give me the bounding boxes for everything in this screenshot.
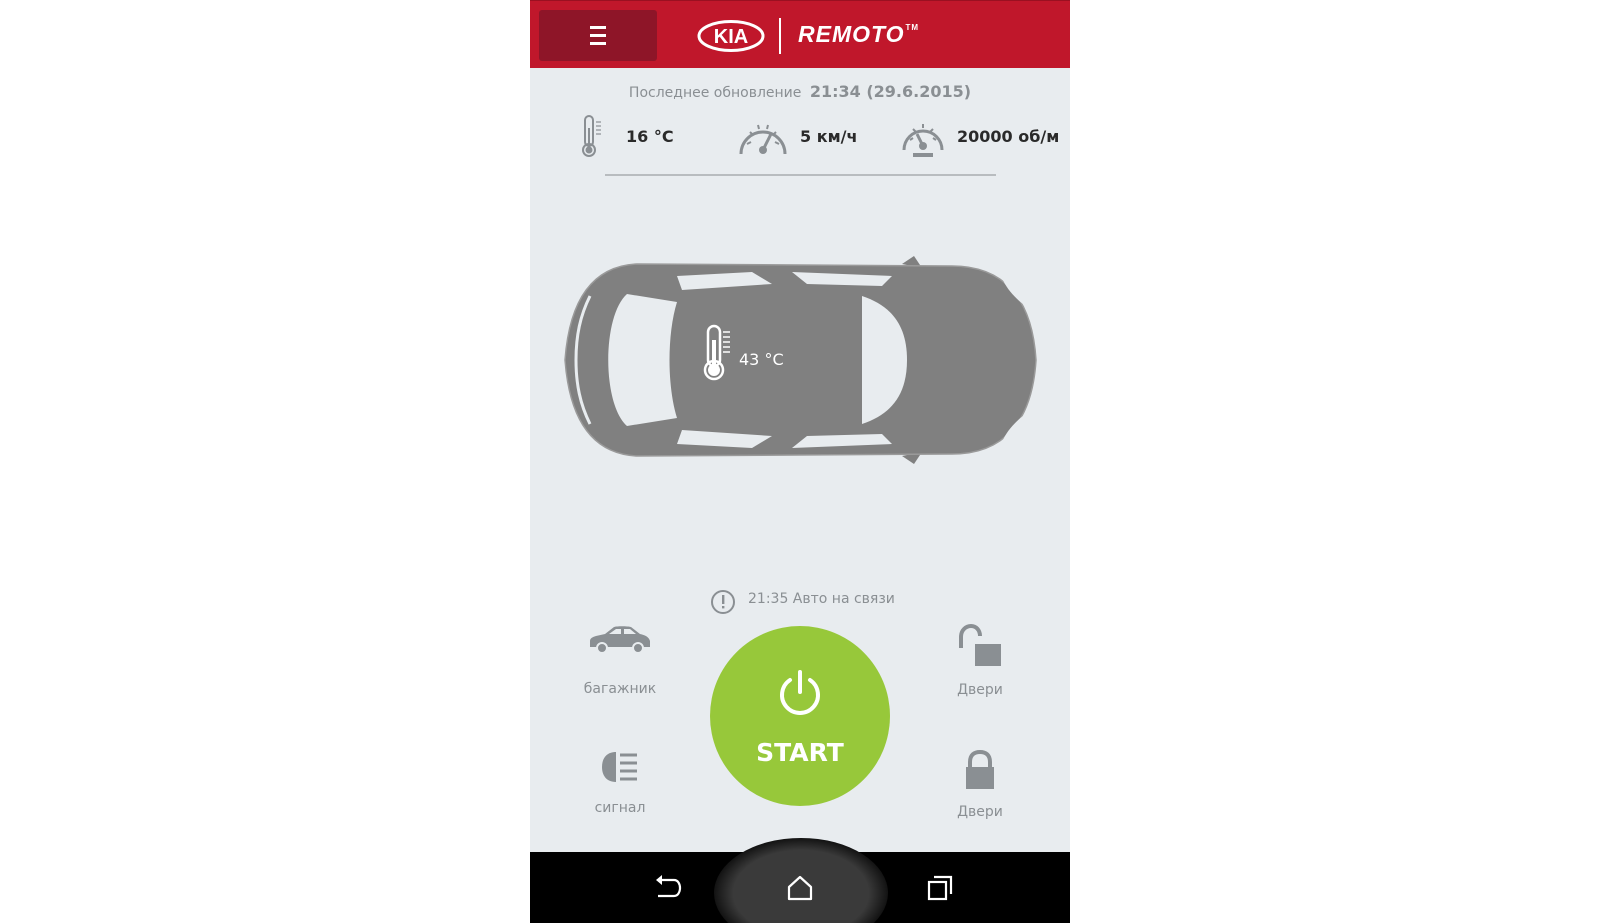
last-update-time: 21:34 (29.6.2015): [809, 82, 972, 101]
back-icon: [656, 875, 682, 898]
alert-circle-icon: [711, 590, 735, 614]
app-name: REMOTOTM: [798, 21, 920, 47]
speed-value: 5 км/ч: [800, 127, 858, 146]
stats-divider: [605, 174, 996, 176]
last-update-label: Последнее обновление: [628, 85, 802, 101]
outside-temp-value: 16 °C: [626, 127, 674, 146]
home-icon: [787, 875, 813, 901]
signal-button[interactable]: сигнал: [560, 750, 680, 816]
cabin-temp-value: 43 °C: [739, 350, 784, 369]
power-icon: [780, 670, 820, 715]
trunk-label: багажник: [583, 681, 657, 697]
signal-label: сигнал: [594, 800, 646, 816]
start-label: START: [756, 738, 844, 767]
kia-logo: KIA: [697, 20, 765, 52]
app-header: KIA REMOTOTM: [530, 0, 1070, 68]
headlight-icon: [602, 752, 637, 782]
back-button[interactable]: [636, 852, 696, 923]
tachometer-icon: [902, 124, 944, 157]
start-button[interactable]: START: [710, 626, 890, 806]
lock-icon: [966, 750, 994, 789]
lock-doors-label: Двери: [957, 804, 1003, 820]
car-top-view: [564, 256, 1037, 464]
speedometer-icon: [739, 124, 787, 155]
last-update: Последнее обновление 21:34 (29.6.2015): [530, 82, 1070, 101]
svg-text:KIA: KIA: [714, 26, 748, 48]
connection-status: 21:35 Авто на связи: [748, 591, 895, 607]
logo-divider: [779, 18, 781, 54]
phone-screen: KIA REMOTOTM Последнее обновление 21:34 …: [530, 0, 1070, 923]
menu-button[interactable]: [539, 10, 657, 61]
android-nav-bar: [530, 838, 1070, 923]
unlock-doors-button[interactable]: Двери: [920, 624, 1040, 698]
home-button[interactable]: [770, 852, 830, 923]
car-icon: [590, 626, 650, 654]
recents-icon: [927, 875, 953, 901]
hamburger-icon: [590, 26, 606, 46]
trunk-button[interactable]: багажник: [560, 625, 680, 697]
thermometer-icon: [582, 115, 601, 157]
cabin-thermometer-icon: [703, 324, 730, 381]
unlock-icon: [959, 624, 1001, 666]
rpm-value: 20000 об/м: [957, 127, 1060, 146]
unlock-doors-label: Двери: [957, 682, 1003, 698]
lock-doors-button[interactable]: Двери: [920, 750, 1040, 820]
recents-button[interactable]: [910, 852, 970, 923]
